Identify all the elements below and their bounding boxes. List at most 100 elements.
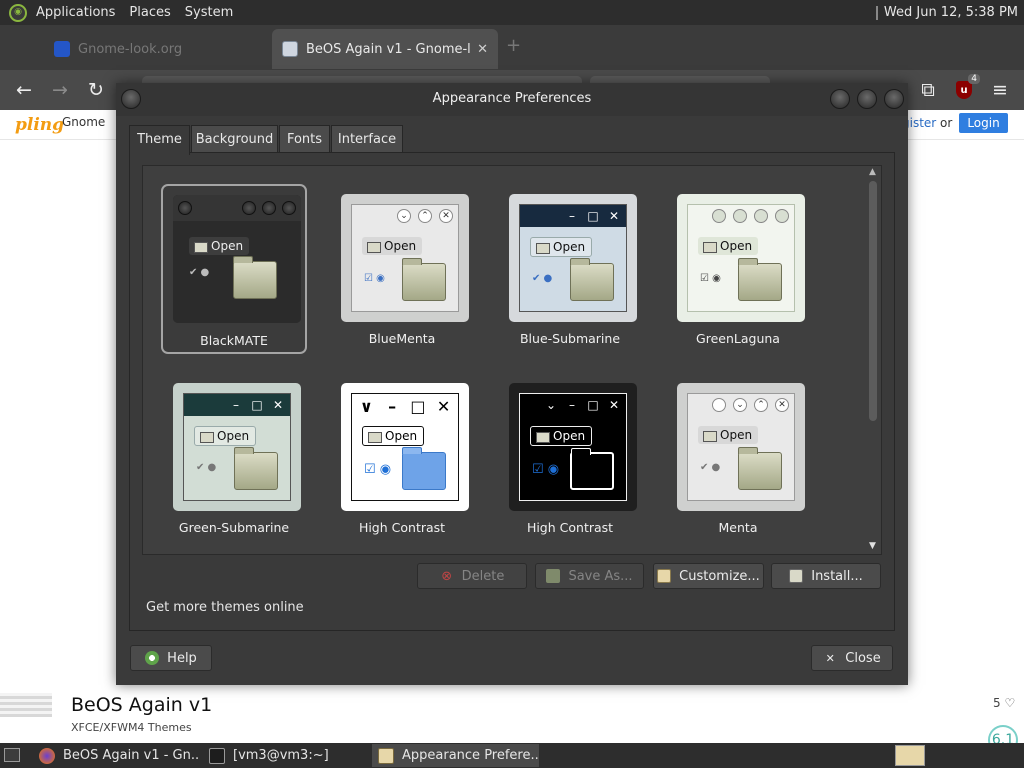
tab-theme[interactable]: Theme: [129, 125, 190, 155]
theme-list-scrollbar[interactable]: ▲ ▼: [866, 167, 882, 553]
preview-maximize-icon: □: [587, 209, 599, 223]
preview-folder-icon: [233, 256, 277, 299]
preview-folder-icon: [570, 258, 614, 301]
menu-applications[interactable]: Applications: [29, 5, 122, 20]
install-label: Install...: [811, 568, 863, 584]
clock[interactable]: Wed Jun 12, 5:38 PM: [884, 5, 1018, 20]
theme-preview: ⌄ ⌃ ✕ Open ✔ ●: [677, 383, 805, 511]
extensions-icon[interactable]: ⧉: [914, 76, 942, 104]
preview-folder-icon: [234, 447, 278, 490]
maximize-icon[interactable]: [857, 89, 877, 109]
scroll-up-icon[interactable]: ▲: [869, 167, 876, 177]
help-button[interactable]: Help: [130, 645, 212, 671]
menu-system[interactable]: System: [178, 5, 240, 20]
get-more-themes-link[interactable]: Get more themes online: [146, 600, 304, 615]
theme-tile-blue-submarine[interactable]: – □ ✕ Open ✔ ● Blue-Submarine: [497, 184, 643, 354]
customize-button[interactable]: Customize...: [653, 563, 764, 589]
minimize-icon[interactable]: [830, 89, 850, 109]
preview-window: ∨ – □ ✕ Open ☑ ◉: [351, 393, 459, 501]
preview-minimize-icon: –: [569, 209, 575, 223]
delete-icon: ⊗: [441, 568, 453, 584]
theme-list[interactable]: Open ✔ ● BlackMATE ⌄ ⌃ ✕ Open ☑ ◉ BlueMe…: [142, 165, 882, 555]
theme-preview: – □ ✕ Open ✔ ●: [173, 383, 301, 511]
hamburger-menu-icon[interactable]: ≡: [986, 76, 1014, 104]
preview-chevron-up-icon: ⌃: [754, 398, 768, 412]
install-icon: [789, 569, 804, 583]
theme-tile-high-contrast[interactable]: ∨ – □ ✕ Open ☑ ◉ High Contrast: [329, 373, 475, 543]
theme-name: BlackMATE: [200, 333, 268, 348]
customize-icon: [657, 569, 672, 583]
preview-checkbox-icon: ☑ ◉: [532, 462, 560, 477]
preview-menu-icon: [712, 398, 726, 412]
preview-close-icon: [775, 209, 789, 223]
preview-open-button: Open: [362, 426, 425, 446]
distro-logo-icon[interactable]: ◉: [9, 3, 27, 22]
taskbar-item-label: BeOS Again v1 - Gn...: [63, 748, 198, 763]
browser-tabstrip: Gnome-look.org BeOS Again v1 - Gnome-loo…: [0, 25, 1024, 70]
theme-name: High Contrast: [526, 520, 614, 535]
preview-open-button: Open: [530, 237, 593, 257]
tab-background[interactable]: Background: [191, 125, 278, 153]
theme-tile-greenlaguna[interactable]: Open ☑ ◉ GreenLaguna: [665, 184, 811, 354]
theme-name: BlueMenta: [368, 331, 436, 346]
save-as-button[interactable]: Save As...: [535, 563, 644, 589]
theme-tile-blackmate[interactable]: Open ✔ ● BlackMATE: [161, 184, 307, 354]
preview-folder-icon: [738, 258, 782, 301]
preview-checkbox-icon: ✔ ●: [189, 267, 210, 278]
panel-separator: [875, 5, 878, 20]
theme-tile-bluementa[interactable]: ⌄ ⌃ ✕ Open ☑ ◉ BlueMenta: [329, 184, 475, 354]
preview-folder-icon: [570, 448, 614, 490]
theme-tile-high-contrast-inverse[interactable]: ⌄ – □ ✕ Open ☑ ◉ High Contrast: [497, 373, 643, 543]
panel-tray: Wed Jun 12, 5:38 PM: [875, 0, 1018, 25]
login-button[interactable]: Login: [959, 113, 1008, 133]
delete-button[interactable]: ⊗ Delete: [417, 563, 527, 589]
tab-interface[interactable]: Interface: [331, 125, 403, 153]
preview-maximize-icon: [262, 201, 276, 215]
scroll-down-icon[interactable]: ▼: [869, 541, 876, 551]
preview-minimize-icon: –: [388, 397, 397, 416]
preview-chevron-down-icon: ⌄: [397, 209, 411, 223]
theme-tile-green-submarine[interactable]: – □ ✕ Open ✔ ● Green-Submarine: [161, 373, 307, 543]
theme-name: Green-Submarine: [178, 520, 290, 535]
product-category[interactable]: XFCE/XFWM4 Themes: [71, 721, 192, 734]
browser-tab[interactable]: Gnome-look.org: [44, 29, 270, 69]
pling-logo[interactable]: pling: [15, 115, 64, 135]
likes-count[interactable]: 5 ♡: [993, 696, 1015, 710]
or-text: or: [940, 116, 953, 130]
tab-close-icon[interactable]: ✕: [477, 42, 488, 57]
browser-tab-title: Gnome-look.org: [78, 41, 183, 57]
install-button[interactable]: Install...: [771, 563, 881, 589]
back-arrow-icon[interactable]: ←: [10, 76, 38, 104]
close-label: Close: [845, 650, 881, 666]
preview-folder-icon: [738, 447, 782, 490]
theme-tile-menta[interactable]: ⌄ ⌃ ✕ Open ✔ ● Menta: [665, 373, 811, 543]
browser-tab-active[interactable]: BeOS Again v1 - Gnome-look.org ✕: [272, 29, 498, 69]
preview-menu-icon: [178, 201, 192, 215]
close-button[interactable]: ✕ Close: [811, 645, 893, 671]
new-tab-icon[interactable]: +: [506, 35, 521, 56]
dialog-titlebar[interactable]: Appearance Preferences: [116, 83, 908, 116]
save-icon: [546, 569, 561, 583]
reload-icon[interactable]: ↻: [82, 76, 110, 104]
tab-fonts[interactable]: Fonts: [279, 125, 330, 153]
product-title: BeOS Again v1: [71, 694, 213, 716]
ublock-button[interactable]: u 4: [950, 74, 980, 104]
taskbar-item-terminal[interactable]: [vm3@vm3:~]: [203, 744, 368, 767]
scrollbar-thumb[interactable]: [869, 181, 877, 421]
window-close-icon[interactable]: [884, 89, 904, 109]
theme-name: GreenLaguna: [696, 331, 780, 346]
workspace-switcher[interactable]: [895, 745, 925, 766]
forward-arrow-icon[interactable]: →: [46, 76, 74, 104]
menu-places[interactable]: Places: [122, 5, 177, 20]
taskbar-item-label: Appearance Prefere...: [402, 748, 539, 763]
preview-titlebar: – □ ✕: [184, 394, 290, 416]
taskbar-item-firefox[interactable]: BeOS Again v1 - Gn...: [33, 744, 198, 767]
taskbar-item-appearance[interactable]: Appearance Prefere...: [372, 744, 539, 767]
preview-open-button: Open: [698, 237, 759, 255]
breadcrumb[interactable]: Gnome: [62, 115, 105, 129]
preview-checkbox-icon: ☑ ◉: [364, 273, 385, 284]
product-thumbnail[interactable]: [0, 693, 52, 717]
preview-titlebar: ⌄ ⌃ ✕: [688, 394, 794, 416]
delete-label: Delete: [461, 568, 505, 584]
show-desktop-icon[interactable]: [4, 748, 20, 762]
